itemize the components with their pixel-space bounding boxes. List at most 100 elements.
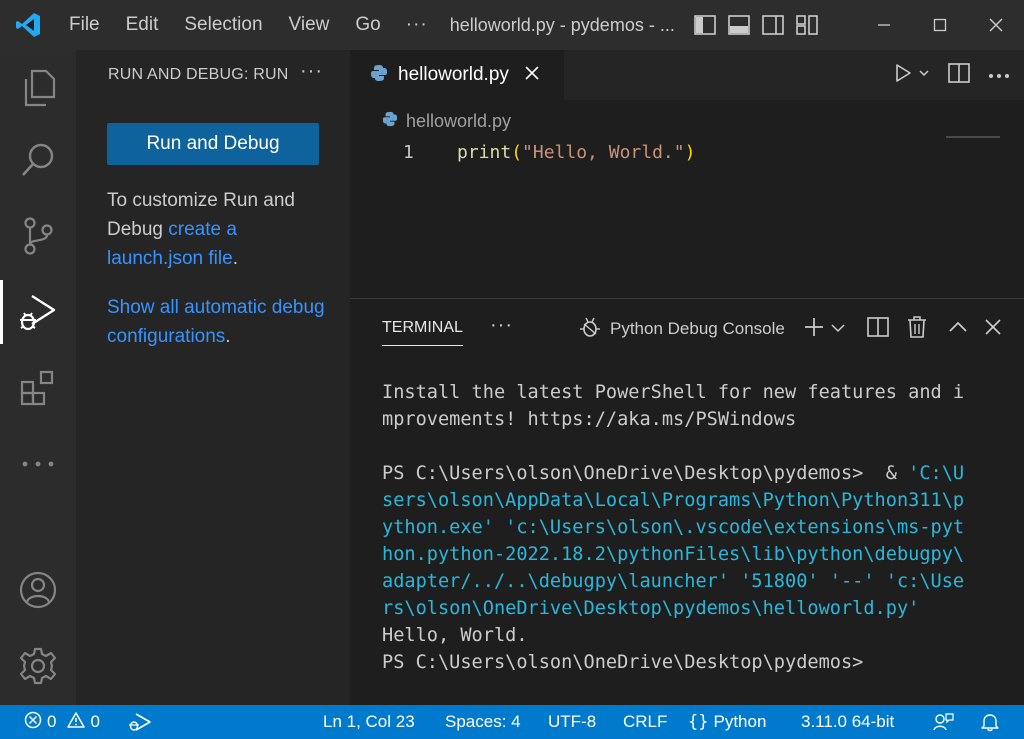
language-mode[interactable]: {} Python [688,705,766,739]
code-open-paren: ( [511,142,523,163]
show-automatic-debug-configurations-link[interactable]: Show all automatic debug configurations [107,297,325,347]
terminal-line: PS C:\Users\olson\OneDrive\Desktop\pydem… [382,649,1002,676]
show-configurations-text: Show all automatic debug configurations. [107,293,327,351]
terminal-text: Hello, World. [382,625,528,646]
tab-helloworld-py[interactable]: helloworld.py [350,50,564,100]
sidebar-title: RUN AND DEBUG: RUN [108,66,289,83]
sidebar-more-actions-icon[interactable]: ··· [300,60,323,83]
settings-gear-icon[interactable] [0,628,76,704]
run-and-debug-icon[interactable] [0,274,76,350]
panel-actions: Python Debug Console [578,313,1001,345]
terminal-line: ython.exe' 'c:\Users\olson\.vscode\exten… [382,514,1002,541]
terminal-instance-name[interactable]: Python Debug Console [610,319,785,339]
editor-tab-bar: helloworld.py [350,50,1024,100]
code-close-paren: ) [684,142,696,163]
menu-more-icon[interactable]: ··· [394,14,440,36]
menu-file[interactable]: File [56,0,113,50]
code-editor[interactable]: helloworld.py 1 print("Hello, World.") [350,100,1024,298]
terminal-text: mprovements! https://aka.ms/PSWindows [382,409,797,430]
close-panel-icon[interactable] [985,318,1001,340]
terminal-line: hon.python-2022.18.2\pythonFiles\lib\pyt… [382,541,1002,568]
close-window-icon[interactable] [968,0,1024,50]
terminal-line: sers\olson\AppData\Local\Programs\Python… [382,487,1002,514]
error-count: 0 [47,712,57,731]
run-and-debug-button[interactable]: Run and Debug [107,123,319,165]
source-control-icon[interactable] [0,198,76,274]
cursor-position[interactable]: Ln 1, Col 23 [323,705,415,739]
run-python-file-icon[interactable] [894,63,930,88]
more-editor-actions-icon[interactable] [988,66,1010,84]
explorer-icon[interactable] [0,50,76,126]
terminal-dropdown-chevron-icon[interactable] [831,320,845,338]
extensions-icon[interactable] [0,350,76,426]
toggle-panel-icon[interactable] [727,15,750,35]
window-title: helloworld.py - pydemos - ... [449,14,675,35]
terminal-output[interactable]: Install the latest PowerShell for new fe… [382,379,1002,676]
activity-bar [0,50,76,705]
python-file-icon [370,64,388,87]
terminal-command: ython.exe' 'c:\Users\olson\.vscode\exten… [382,517,965,538]
error-icon [24,711,42,734]
language-label: Python [713,712,767,731]
terminal-command: sers\olson\AppData\Local\Programs\Python… [382,490,965,511]
breadcrumb-python-file-icon [382,111,398,132]
feedback-icon[interactable] [932,705,954,739]
toggle-primary-sidebar-icon[interactable] [693,15,716,35]
split-editor-icon[interactable] [948,62,970,88]
debug-console-bug-icon [578,315,602,344]
terminal-line [382,433,1002,460]
menu-edit[interactable]: Edit [113,0,172,50]
code-text: print("Hello, World.") [457,140,695,166]
end-of-line[interactable]: CRLF [623,705,667,739]
terminal-text: PS C:\Users\olson\OneDrive\Desktop\pydem… [382,463,909,484]
notifications-bell-icon[interactable] [980,705,1000,739]
account-icon[interactable] [0,552,76,628]
menu-bar: File Edit Selection View Go ··· [56,0,440,50]
minimize-icon[interactable] [856,0,912,50]
terminal-line: mprovements! https://aka.ms/PSWindows [382,406,1002,433]
code-line: 1 print("Hello, World.") [350,140,950,166]
terminal-line: Install the latest PowerShell for new fe… [382,379,1002,406]
terminal-command: adapter/../..\debugpy\launcher' '51800' … [382,571,965,592]
python-interpreter[interactable]: 3.11.0 64-bit [801,705,894,739]
terminal-command: hon.python-2022.18.2\pythonFiles\lib\pyt… [382,544,965,565]
panel-more-icon[interactable]: ··· [490,314,513,337]
search-icon[interactable] [0,122,76,198]
split-terminal-icon[interactable] [867,316,889,342]
maximize-panel-chevron-up-icon[interactable] [949,320,967,338]
warning-count: 0 [90,712,100,731]
terminal-command: rs\olson\OneDrive\Desktop\pydemos\hellow… [382,598,920,619]
code-function: print [457,142,512,163]
breadcrumb-file[interactable]: helloworld.py [406,111,511,132]
menu-view[interactable]: View [276,0,343,50]
terminal-command: 'C:\U [908,463,965,484]
problems-status[interactable]: 0 0 [24,705,100,739]
vscode-logo-icon[interactable] [0,0,56,50]
braces-icon: {} [688,712,709,732]
encoding[interactable]: UTF-8 [548,705,596,739]
status-bar: 0 0 Ln 1, Col 23 Spaces: 4 UTF-8 CRLF {}… [0,705,1024,739]
toggle-secondary-sidebar-icon[interactable] [761,15,784,35]
close-tab-icon[interactable] [525,65,539,85]
menu-selection[interactable]: Selection [171,0,275,50]
terminal-line: Hello, World. [382,622,1002,649]
terminal-text: PS C:\Users\olson\OneDrive\Desktop\pydem… [382,652,864,673]
window-controls [856,0,1024,50]
customize-text: To customize Run and Debug create a laun… [107,186,327,273]
breadcrumb: helloworld.py [382,111,511,132]
maximize-icon[interactable] [912,0,968,50]
warning-icon [67,711,86,734]
more-views-icon[interactable] [0,426,76,502]
debug-status-icon[interactable] [128,705,152,739]
tab-terminal[interactable]: TERMINAL [382,319,463,346]
menu-go[interactable]: Go [342,0,393,50]
line-number: 1 [403,142,414,163]
tab-label: helloworld.py [398,64,509,85]
minimap[interactable] [946,136,1000,138]
kill-terminal-trash-icon[interactable] [907,315,927,343]
new-terminal-icon[interactable] [803,316,825,343]
customize-layout-icon[interactable] [795,15,818,35]
indentation[interactable]: Spaces: 4 [445,705,521,739]
editor-actions [894,50,1010,100]
